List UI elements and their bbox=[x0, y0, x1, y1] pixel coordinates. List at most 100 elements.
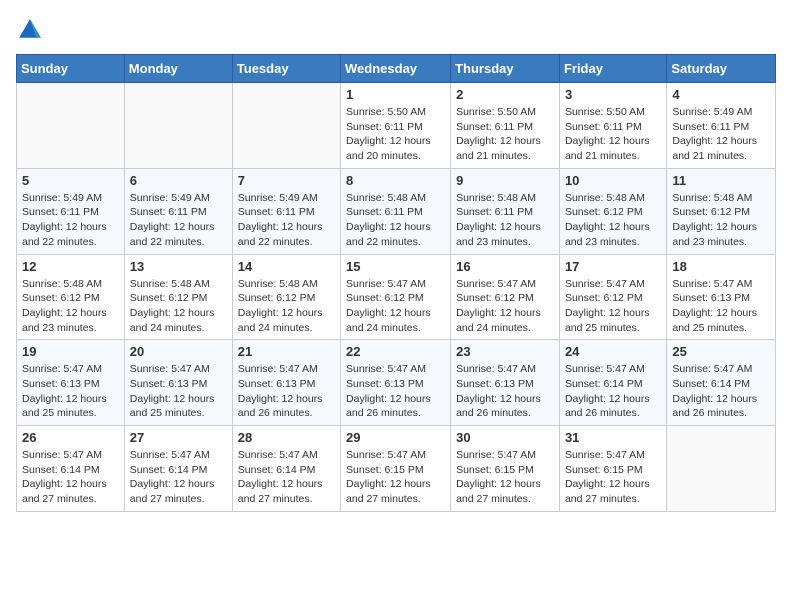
day-info: Sunrise: 5:49 AM Sunset: 6:11 PM Dayligh… bbox=[130, 191, 227, 250]
calendar-cell bbox=[667, 426, 776, 512]
weekday-header-sunday: Sunday bbox=[17, 55, 125, 83]
calendar-cell: 21 Sunrise: 5:47 AM Sunset: 6:13 PM Dayli… bbox=[232, 340, 340, 426]
day-info: Sunrise: 5:50 AM Sunset: 6:11 PM Dayligh… bbox=[456, 105, 554, 164]
day-number: 15 bbox=[346, 259, 445, 274]
day-info: Sunrise: 5:47 AM Sunset: 6:13 PM Dayligh… bbox=[672, 277, 770, 336]
week-row-1: 1 Sunrise: 5:50 AM Sunset: 6:11 PM Daylig… bbox=[17, 83, 776, 169]
day-info: Sunrise: 5:50 AM Sunset: 6:11 PM Dayligh… bbox=[565, 105, 661, 164]
day-info: Sunrise: 5:47 AM Sunset: 6:14 PM Dayligh… bbox=[22, 448, 119, 507]
day-number: 31 bbox=[565, 430, 661, 445]
calendar-cell: 15 Sunrise: 5:47 AM Sunset: 6:12 PM Dayli… bbox=[341, 254, 451, 340]
day-info: Sunrise: 5:48 AM Sunset: 6:12 PM Dayligh… bbox=[238, 277, 335, 336]
day-number: 3 bbox=[565, 87, 661, 102]
calendar-cell: 5 Sunrise: 5:49 AM Sunset: 6:11 PM Daylig… bbox=[17, 168, 125, 254]
calendar-cell: 3 Sunrise: 5:50 AM Sunset: 6:11 PM Daylig… bbox=[559, 83, 666, 169]
calendar-cell: 24 Sunrise: 5:47 AM Sunset: 6:14 PM Dayli… bbox=[559, 340, 666, 426]
day-info: Sunrise: 5:47 AM Sunset: 6:15 PM Dayligh… bbox=[565, 448, 661, 507]
day-number: 24 bbox=[565, 344, 661, 359]
calendar-cell: 22Sunrise: 5:47 AM Sunset: 6:13 PM Dayli… bbox=[341, 340, 451, 426]
day-number: 23 bbox=[456, 344, 554, 359]
calendar-cell: 13 Sunrise: 5:48 AM Sunset: 6:12 PM Dayli… bbox=[124, 254, 232, 340]
day-info: Sunrise: 5:47 AM Sunset: 6:15 PM Dayligh… bbox=[456, 448, 554, 507]
day-number: 10 bbox=[565, 173, 661, 188]
day-info: Sunrise: 5:47 AM Sunset: 6:14 PM Dayligh… bbox=[672, 362, 770, 421]
day-info: Sunrise: 5:47 AM Sunset: 6:12 PM Dayligh… bbox=[565, 277, 661, 336]
calendar-cell bbox=[124, 83, 232, 169]
calendar-cell: 30 Sunrise: 5:47 AM Sunset: 6:15 PM Dayli… bbox=[451, 426, 560, 512]
calendar-cell: 6 Sunrise: 5:49 AM Sunset: 6:11 PM Daylig… bbox=[124, 168, 232, 254]
week-row-5: 26Sunrise: 5:47 AM Sunset: 6:14 PM Dayli… bbox=[17, 426, 776, 512]
week-row-4: 19 Sunrise: 5:47 AM Sunset: 6:13 PM Dayli… bbox=[17, 340, 776, 426]
day-number: 30 bbox=[456, 430, 554, 445]
day-info: Sunrise: 5:49 AM Sunset: 6:11 PM Dayligh… bbox=[22, 191, 119, 250]
day-number: 11 bbox=[672, 173, 770, 188]
calendar-cell: 7 Sunrise: 5:49 AM Sunset: 6:11 PM Daylig… bbox=[232, 168, 340, 254]
day-info: Sunrise: 5:48 AM Sunset: 6:12 PM Dayligh… bbox=[130, 277, 227, 336]
day-info: Sunrise: 5:48 AM Sunset: 6:12 PM Dayligh… bbox=[672, 191, 770, 250]
calendar-cell: 2Sunrise: 5:50 AM Sunset: 6:11 PM Daylig… bbox=[451, 83, 560, 169]
calendar-cell: 31 Sunrise: 5:47 AM Sunset: 6:15 PM Dayli… bbox=[559, 426, 666, 512]
weekday-header-wednesday: Wednesday bbox=[341, 55, 451, 83]
day-number: 8 bbox=[346, 173, 445, 188]
calendar-cell: 1 Sunrise: 5:50 AM Sunset: 6:11 PM Daylig… bbox=[341, 83, 451, 169]
calendar-cell: 25 Sunrise: 5:47 AM Sunset: 6:14 PM Dayli… bbox=[667, 340, 776, 426]
day-number: 12 bbox=[22, 259, 119, 274]
page-header bbox=[16, 16, 776, 44]
calendar-cell: 19Sunrise: 5:47 AM Sunset: 6:13 PM Dayli… bbox=[17, 340, 125, 426]
day-number: 21 bbox=[238, 344, 335, 359]
day-info: Sunrise: 5:47 AM Sunset: 6:14 PM Dayligh… bbox=[565, 362, 661, 421]
logo-icon bbox=[16, 16, 44, 44]
day-number: 17 bbox=[565, 259, 661, 274]
weekday-header-saturday: Saturday bbox=[667, 55, 776, 83]
day-number: 4 bbox=[672, 87, 770, 102]
calendar-cell: 18 Sunrise: 5:47 AM Sunset: 6:13 PM Dayli… bbox=[667, 254, 776, 340]
calendar-cell: 9Sunrise: 5:48 AM Sunset: 6:11 PM Daylig… bbox=[451, 168, 560, 254]
day-info: Sunrise: 5:47 AM Sunset: 6:12 PM Dayligh… bbox=[346, 277, 445, 336]
day-info: Sunrise: 5:47 AM Sunset: 6:13 PM Dayligh… bbox=[456, 362, 554, 421]
day-info: Sunrise: 5:48 AM Sunset: 6:11 PM Dayligh… bbox=[346, 191, 445, 250]
day-number: 13 bbox=[130, 259, 227, 274]
calendar-cell: 16Sunrise: 5:47 AM Sunset: 6:12 PM Dayli… bbox=[451, 254, 560, 340]
day-number: 20 bbox=[130, 344, 227, 359]
day-number: 28 bbox=[238, 430, 335, 445]
logo bbox=[16, 16, 48, 44]
calendar-table: SundayMondayTuesdayWednesdayThursdayFrid… bbox=[16, 54, 776, 512]
calendar-cell bbox=[232, 83, 340, 169]
day-info: Sunrise: 5:47 AM Sunset: 6:14 PM Dayligh… bbox=[238, 448, 335, 507]
day-number: 6 bbox=[130, 173, 227, 188]
day-info: Sunrise: 5:48 AM Sunset: 6:11 PM Dayligh… bbox=[456, 191, 554, 250]
day-number: 29 bbox=[346, 430, 445, 445]
day-number: 5 bbox=[22, 173, 119, 188]
weekday-header-row: SundayMondayTuesdayWednesdayThursdayFrid… bbox=[17, 55, 776, 83]
day-number: 19 bbox=[22, 344, 119, 359]
day-number: 25 bbox=[672, 344, 770, 359]
calendar-cell: 12 Sunrise: 5:48 AM Sunset: 6:12 PM Dayli… bbox=[17, 254, 125, 340]
calendar-cell: 10 Sunrise: 5:48 AM Sunset: 6:12 PM Dayli… bbox=[559, 168, 666, 254]
day-info: Sunrise: 5:47 AM Sunset: 6:14 PM Dayligh… bbox=[130, 448, 227, 507]
day-number: 18 bbox=[672, 259, 770, 274]
day-info: Sunrise: 5:48 AM Sunset: 6:12 PM Dayligh… bbox=[565, 191, 661, 250]
calendar-cell: 20Sunrise: 5:47 AM Sunset: 6:13 PM Dayli… bbox=[124, 340, 232, 426]
day-number: 27 bbox=[130, 430, 227, 445]
calendar-cell: 29 Sunrise: 5:47 AM Sunset: 6:15 PM Dayli… bbox=[341, 426, 451, 512]
calendar-cell bbox=[17, 83, 125, 169]
weekday-header-monday: Monday bbox=[124, 55, 232, 83]
calendar-cell: 14Sunrise: 5:48 AM Sunset: 6:12 PM Dayli… bbox=[232, 254, 340, 340]
weekday-header-thursday: Thursday bbox=[451, 55, 560, 83]
day-info: Sunrise: 5:47 AM Sunset: 6:15 PM Dayligh… bbox=[346, 448, 445, 507]
calendar-cell: 23 Sunrise: 5:47 AM Sunset: 6:13 PM Dayli… bbox=[451, 340, 560, 426]
week-row-2: 5 Sunrise: 5:49 AM Sunset: 6:11 PM Daylig… bbox=[17, 168, 776, 254]
day-info: Sunrise: 5:47 AM Sunset: 6:13 PM Dayligh… bbox=[346, 362, 445, 421]
day-info: Sunrise: 5:47 AM Sunset: 6:12 PM Dayligh… bbox=[456, 277, 554, 336]
day-number: 7 bbox=[238, 173, 335, 188]
calendar-cell: 26Sunrise: 5:47 AM Sunset: 6:14 PM Dayli… bbox=[17, 426, 125, 512]
weekday-header-friday: Friday bbox=[559, 55, 666, 83]
calendar-cell: 4Sunrise: 5:49 AM Sunset: 6:11 PM Daylig… bbox=[667, 83, 776, 169]
week-row-3: 12 Sunrise: 5:48 AM Sunset: 6:12 PM Dayli… bbox=[17, 254, 776, 340]
day-info: Sunrise: 5:48 AM Sunset: 6:12 PM Dayligh… bbox=[22, 277, 119, 336]
day-info: Sunrise: 5:49 AM Sunset: 6:11 PM Dayligh… bbox=[238, 191, 335, 250]
calendar-cell: 17 Sunrise: 5:47 AM Sunset: 6:12 PM Dayli… bbox=[559, 254, 666, 340]
day-number: 1 bbox=[346, 87, 445, 102]
day-info: Sunrise: 5:47 AM Sunset: 6:13 PM Dayligh… bbox=[238, 362, 335, 421]
day-info: Sunrise: 5:50 AM Sunset: 6:11 PM Dayligh… bbox=[346, 105, 445, 164]
